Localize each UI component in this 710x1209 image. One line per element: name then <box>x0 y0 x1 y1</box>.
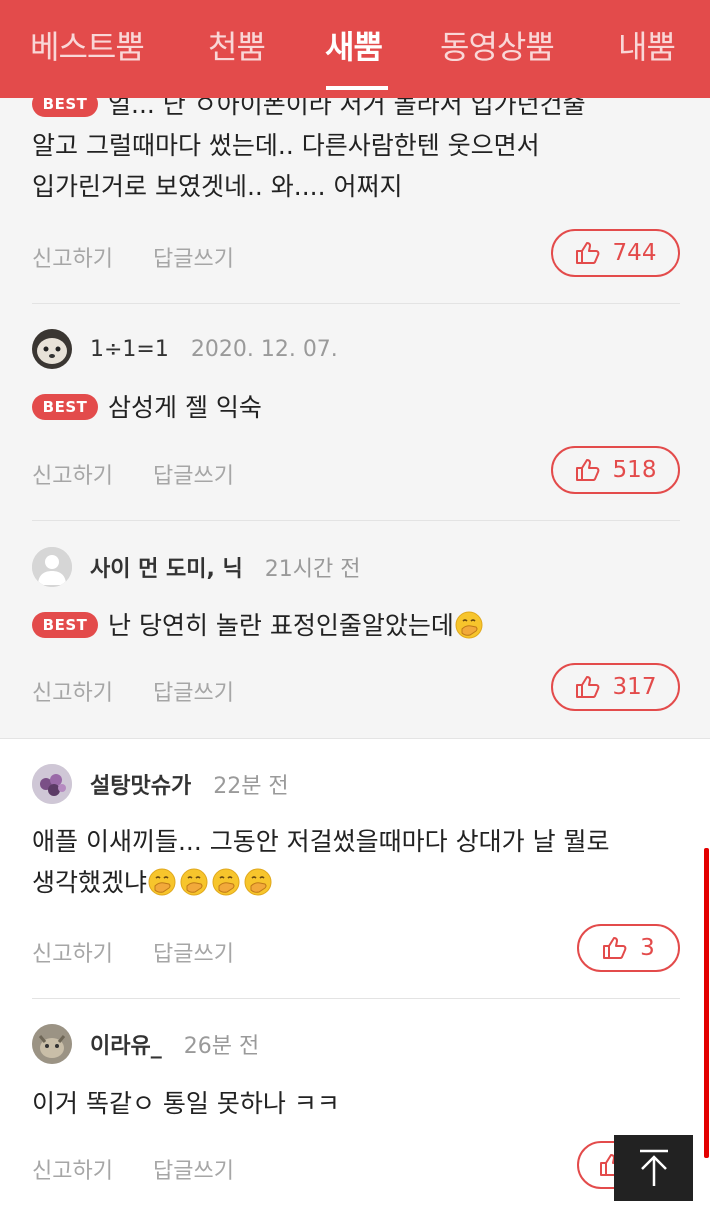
comment-text: 삼성게 젤 익숙 <box>108 393 262 422</box>
hand-over-mouth-emoji <box>212 868 240 896</box>
comment-divider <box>32 303 680 304</box>
comment-author-row: 1÷1=1 2020. 12. 07. <box>32 327 338 371</box>
comment-actions: 신고하기 답글쓰기 744 <box>32 229 680 279</box>
reply-button[interactable]: 답글쓰기 <box>153 936 234 968</box>
hand-over-mouth-emoji <box>244 868 272 896</box>
avatar[interactable] <box>32 1024 72 1064</box>
comment-text-line: 생각했겠냐 <box>32 868 148 897</box>
thumbs-up-icon <box>575 242 599 264</box>
comment-author-row: 설탕맛슈가 22분 전 <box>32 762 289 806</box>
avatar[interactable] <box>32 329 72 369</box>
active-tab-indicator <box>326 86 388 90</box>
comment-author-row: 이라유_ 26분 전 <box>32 1022 259 1066</box>
like-button[interactable]: 317 <box>551 663 680 711</box>
report-button[interactable]: 신고하기 <box>32 458 113 490</box>
author-name[interactable]: 이라유_ <box>90 1028 162 1060</box>
author-name[interactable]: 1÷1=1 <box>90 337 169 362</box>
comment-actions: 신고하기 답글쓰기 <box>32 1141 680 1191</box>
comment-time: 2020. 12. 07. <box>190 336 338 362</box>
tab-video[interactable]: 동영상뿜 <box>440 22 555 68</box>
comment-body: BEST 난 당연히 놀란 표정인줄알았는데 <box>32 605 682 646</box>
comment-text: 이거 똑같ㅇ 통일 못하나 ㅋㅋ <box>32 1089 340 1118</box>
like-button[interactable]: 518 <box>551 446 680 494</box>
like-button[interactable]: 3 <box>577 924 680 972</box>
tab-hot[interactable]: 천뿜 <box>208 22 266 68</box>
report-button[interactable]: 신고하기 <box>32 1153 113 1185</box>
tab-best[interactable]: 베스트뿜 <box>30 22 145 68</box>
comment-body: BEST 삼성게 젤 익숙 <box>32 387 682 428</box>
comment-actions: 신고하기 답글쓰기 3 <box>32 924 680 974</box>
comment-divider <box>32 998 680 999</box>
like-count: 3 <box>640 935 655 961</box>
comment-text-line: 입가린거로 보였겟네.. 와.... 어쩌지 <box>32 172 403 201</box>
thumbs-up-icon <box>603 937 627 959</box>
like-button[interactable]: 744 <box>551 229 680 277</box>
reply-button[interactable]: 답글쓰기 <box>153 458 234 490</box>
comment-time: 22분 전 <box>213 774 289 799</box>
hand-over-mouth-emoji <box>455 611 483 639</box>
author-name[interactable]: 사이 먼 도미, 닉 <box>90 551 243 583</box>
tab-new[interactable]: 새뿜 <box>325 22 383 68</box>
reply-button[interactable]: 답글쓰기 <box>153 1153 234 1185</box>
best-badge: BEST <box>32 394 98 420</box>
report-button[interactable]: 신고하기 <box>32 936 113 968</box>
report-button[interactable]: 신고하기 <box>32 675 113 707</box>
best-badge: BEST <box>32 612 98 638</box>
scroll-to-top-button[interactable] <box>614 1135 693 1201</box>
comment-text-line: 알고 그럴때마다 썼는데.. 다른사람한텐 웃으면서 <box>32 131 540 160</box>
like-count: 518 <box>612 457 657 483</box>
avatar[interactable] <box>32 547 72 587</box>
tab-mine[interactable]: 내뿜 <box>618 22 676 68</box>
comment-author-row: 사이 먼 도미, 닉 21시간 전 <box>32 545 361 589</box>
comment-actions: 신고하기 답글쓰기 317 <box>32 663 680 713</box>
section-divider <box>0 738 710 739</box>
thumbs-up-icon <box>575 676 599 698</box>
hand-over-mouth-emoji <box>180 868 208 896</box>
comment-body: 이거 똑같ㅇ 통일 못하나 ㅋㅋ <box>32 1083 682 1124</box>
comment-text-line: 애플 이새끼들... 그동안 저걸썼을때마다 상대가 날 뭘로 <box>32 827 610 856</box>
arrow-up-to-top-icon <box>639 1149 668 1186</box>
like-count: 317 <box>612 674 657 700</box>
hand-over-mouth-emoji <box>148 868 176 896</box>
comment-body: BEST 얼... 난 ㅇ아이폰이라 저거 놀라서 입가던건줄 알고 그럴때마다 … <box>32 84 682 207</box>
report-button[interactable]: 신고하기 <box>32 241 113 273</box>
reply-button[interactable]: 답글쓰기 <box>153 675 234 707</box>
avatar[interactable] <box>32 764 72 804</box>
reply-button[interactable]: 답글쓰기 <box>153 241 234 273</box>
comment-text: 난 당연히 놀란 표정인줄알았는데 <box>108 611 454 640</box>
scrollbar[interactable] <box>704 848 709 1158</box>
comment-time: 26분 전 <box>183 1034 260 1059</box>
author-name[interactable]: 설탕맛슈가 <box>90 768 191 800</box>
comment-divider <box>32 520 680 521</box>
comment-time: 21시간 전 <box>264 557 361 582</box>
top-tab-bar: 베스트뿜 천뿜 새뿜 동영상뿜 내뿜 <box>0 0 710 98</box>
comment-actions: 신고하기 답글쓰기 518 <box>32 446 680 496</box>
like-count: 744 <box>612 240 657 266</box>
thumbs-up-icon <box>575 459 599 481</box>
comment-body: 애플 이새끼들... 그동안 저걸썼을때마다 상대가 날 뭘로 생각했겠냐 <box>32 821 682 903</box>
